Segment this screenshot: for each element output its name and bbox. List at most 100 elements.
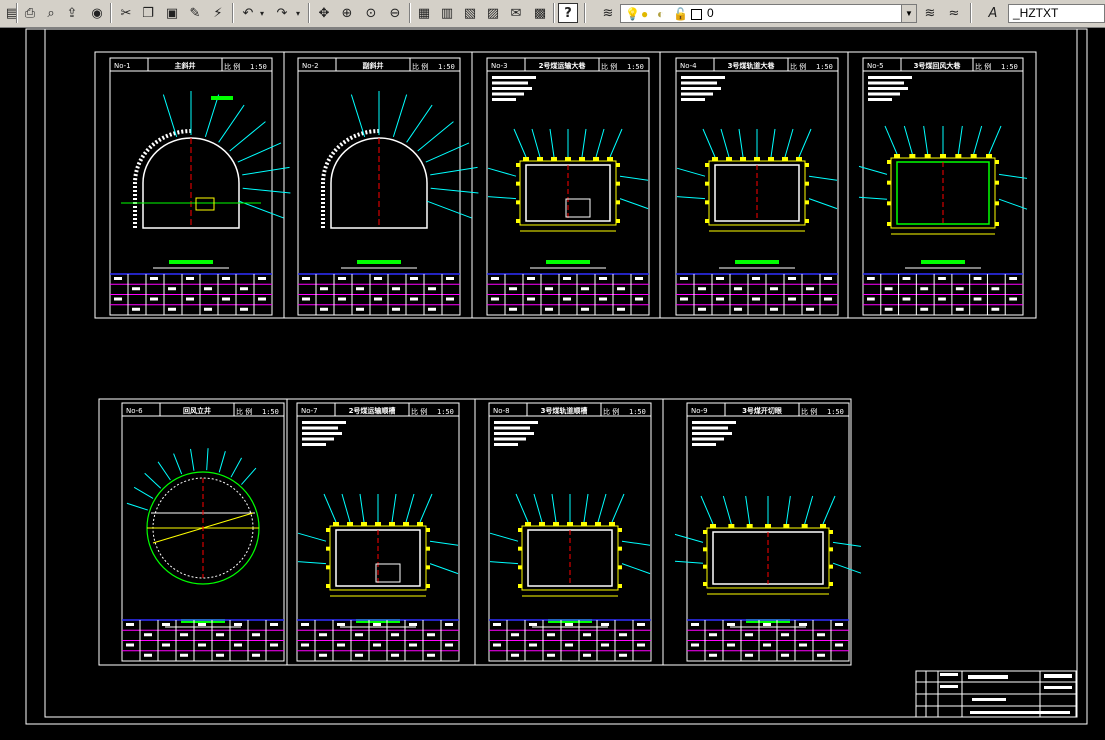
match-properties-icon[interactable]: ✎ [185, 3, 205, 23]
table-cell-text [168, 307, 176, 311]
bolt-marker [518, 528, 522, 532]
layer-color-swatch-icon[interactable] [691, 9, 702, 20]
table-cell-text [806, 287, 814, 291]
markup-set-manager-icon[interactable]: ✉ [506, 3, 526, 23]
scale-value: 1:50 [1001, 63, 1018, 71]
table-cell-text [126, 623, 134, 626]
table-cell-text [938, 297, 946, 301]
cut-icon[interactable]: ▤ [2, 3, 22, 23]
tool-palettes-icon[interactable]: ▧ [460, 3, 480, 23]
table-cell-text [491, 297, 499, 301]
scale-value: 1:50 [262, 408, 279, 416]
bolt-marker [768, 157, 774, 161]
table-cell-text [973, 277, 982, 280]
note-text [692, 437, 724, 441]
table-cell-text [770, 307, 778, 311]
bolt-marker [924, 154, 931, 158]
plot-preview-icon[interactable]: ⌕ [41, 3, 61, 23]
plot-icon[interactable]: ⎙ [20, 3, 40, 23]
make-object-layer-current-icon[interactable]: ≋ [920, 3, 940, 23]
table-cell-text [204, 307, 212, 311]
publish-icon[interactable]: ⇪ [62, 3, 82, 23]
layer-properties-icon[interactable]: ≋ [598, 3, 618, 23]
bolt-marker [728, 524, 735, 528]
undo-icon[interactable]: ↶ [238, 3, 258, 23]
layer-on-bulb-icon[interactable]: 💡 [625, 7, 640, 21]
redo-icon[interactable]: ↷ [272, 3, 292, 23]
table-cell-text [410, 277, 418, 280]
table-cell-text [511, 633, 519, 637]
help-icon[interactable]: ? [558, 3, 578, 23]
table-cell-text [545, 287, 553, 291]
bolt-marker [703, 547, 707, 552]
note-text [868, 76, 912, 79]
table-cell-text [428, 287, 436, 291]
table-cell-text [617, 287, 625, 291]
layer-dropdown[interactable]: 💡 ● ◐ 🔓 0 ▼ [620, 4, 917, 23]
bolt-marker [894, 154, 900, 158]
table-cell-text [991, 287, 1000, 291]
bolt-marker [705, 200, 709, 205]
table-cell-text [884, 307, 893, 311]
table-cell-text [529, 623, 537, 626]
table-cell-text [144, 633, 152, 637]
bolt-marker [754, 157, 760, 161]
text-style-icon[interactable]: A [983, 3, 1003, 23]
note-text [494, 437, 526, 441]
scale-bar [169, 260, 213, 264]
scale-label: 比 例 [601, 62, 617, 71]
layer-viewport-freeze-icon[interactable]: ◐ [657, 7, 664, 21]
sheet-title: 2号煤运输顺槽 [349, 406, 396, 415]
table-cell-text [509, 287, 517, 291]
bolt-marker [705, 219, 709, 223]
scale-label: 比 例 [224, 62, 240, 71]
layer-unlock-icon[interactable]: 🔓 [673, 7, 688, 21]
table-cell-text [373, 623, 381, 626]
undo-dropdown-icon[interactable]: ▾ [256, 3, 268, 23]
note-text [692, 421, 736, 424]
note-text [681, 81, 717, 85]
drawing-canvas[interactable]: No-1 主斜井比 例 1:50 No-2 副斜井比 例 1:50 No-3 2号煤运输大巷比… [0, 28, 1105, 740]
table-cell-text [180, 653, 188, 657]
table-cell-text [698, 307, 706, 311]
table-cell-text [252, 633, 260, 637]
3d-dwf-icon[interactable]: ◉ [87, 3, 107, 23]
table-cell-text [734, 287, 742, 291]
paste-icon[interactable]: ▣ [162, 3, 182, 23]
table-cell-text [320, 287, 328, 291]
layer-thaw-sun-icon[interactable]: ● [641, 7, 648, 21]
text-style-dropdown[interactable]: _HZTXT [1008, 4, 1105, 23]
cut-scissors-icon[interactable]: ✂ [116, 3, 136, 23]
design-center-icon[interactable]: ▥ [437, 3, 457, 23]
properties-icon[interactable]: ▦ [414, 3, 434, 23]
zoom-previous-icon[interactable]: ⊖ [385, 3, 405, 23]
table-cell-text [581, 307, 589, 311]
bolt-marker [326, 565, 330, 570]
sheet-set-manager-icon[interactable]: ▨ [483, 3, 503, 23]
table-cell-text [698, 287, 706, 291]
bolt-marker [567, 522, 573, 526]
sheet-number: No-8 [493, 407, 510, 415]
quick-calc-icon[interactable]: ▩ [530, 3, 550, 23]
note-text [868, 92, 900, 96]
bolt-marker [326, 546, 330, 551]
table-cell-text [319, 633, 327, 637]
block-editor-icon[interactable]: ⚡ [208, 3, 228, 23]
redo-dropdown-icon[interactable]: ▾ [292, 3, 304, 23]
layer-previous-icon[interactable]: ≈ [944, 3, 964, 23]
pan-realtime-icon[interactable]: ✥ [314, 3, 334, 23]
chevron-down-icon[interactable]: ▼ [901, 5, 916, 22]
bolt-marker [829, 547, 833, 552]
table-cell-text [222, 297, 230, 301]
copy-icon[interactable]: ❐ [138, 3, 158, 23]
note-text [494, 443, 518, 446]
note-text [692, 426, 728, 430]
zoom-realtime-icon[interactable]: ⊕ [337, 3, 357, 23]
bolt-marker [616, 219, 620, 223]
table-cell-text [529, 643, 537, 647]
scale-label: 比 例 [411, 407, 427, 416]
toolbar-separator [308, 3, 310, 23]
zoom-window-icon[interactable]: ⊙ [361, 3, 381, 23]
scale-label: 比 例 [801, 407, 817, 416]
table-cell-text [547, 653, 555, 657]
